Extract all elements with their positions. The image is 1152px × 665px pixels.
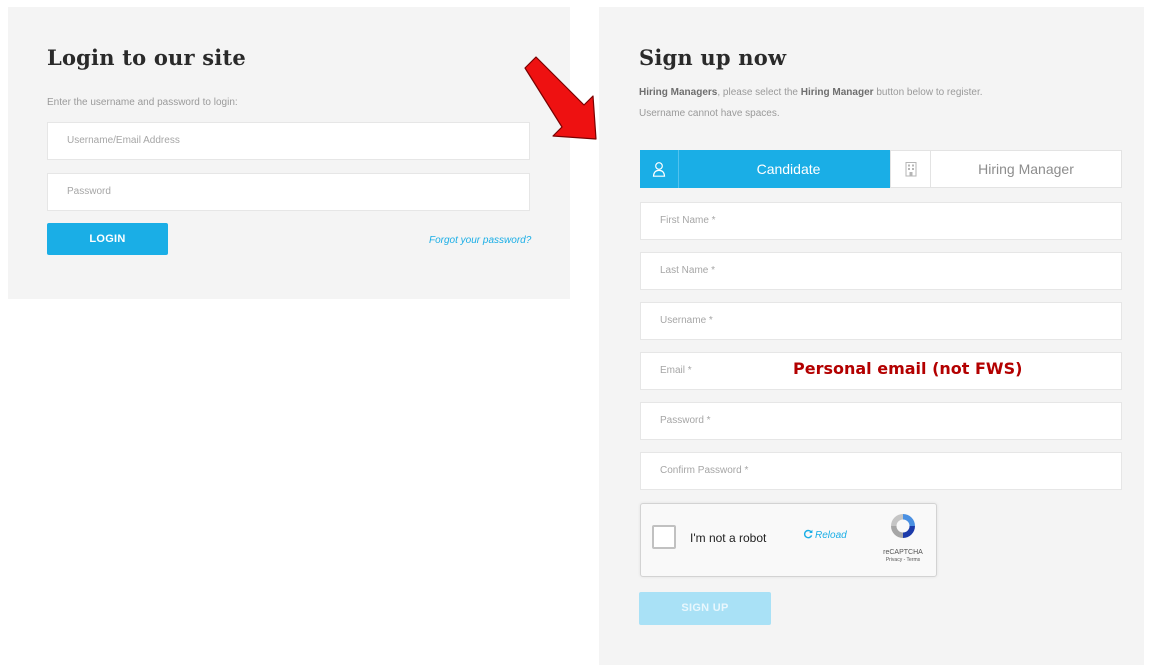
signup-desc-line-2: Username cannot have spaces. — [639, 108, 780, 119]
login-subtitle: Enter the username and password to login… — [47, 97, 238, 108]
login-title: Login to our site — [47, 45, 246, 70]
confirm-password-input[interactable]: Confirm Password * — [640, 452, 1122, 490]
signup-title: Sign up now — [639, 45, 787, 70]
recaptcha-label: I'm not a robot — [690, 531, 767, 545]
signup-panel: Sign up now Hiring Managers, please sele… — [599, 7, 1144, 665]
signup-description: Hiring Managers, please select the Hirin… — [639, 82, 1119, 124]
login-password-input[interactable]: Password — [47, 173, 530, 211]
login-panel: Login to our site Enter the username and… — [8, 7, 570, 299]
signup-button[interactable]: SIGN UP — [639, 592, 771, 625]
username-email-input[interactable]: Username/Email Address — [47, 122, 530, 160]
email-annotation-note: Personal email (not FWS) — [773, 353, 1098, 385]
last-name-input[interactable]: Last Name * — [640, 252, 1122, 290]
signup-username-input[interactable]: Username * — [640, 302, 1122, 340]
recaptcha-widget: I'm not a robot Reload reCAPTCHA Privacy… — [640, 503, 937, 577]
user-icon — [640, 150, 679, 188]
tab-hiring-manager[interactable]: Hiring Manager — [890, 150, 1122, 188]
login-button[interactable]: LOGIN — [47, 223, 168, 255]
building-icon — [891, 151, 931, 187]
recaptcha-checkbox[interactable] — [652, 525, 676, 549]
recaptcha-reload-label: Reload — [815, 530, 847, 541]
signup-desc-line-1: Hiring Managers, please select the Hirin… — [639, 87, 983, 98]
refresh-icon — [803, 529, 813, 542]
recaptcha-logo: reCAPTCHA Privacy - Terms — [878, 511, 928, 563]
signup-password-input[interactable]: Password * — [640, 402, 1122, 440]
tab-candidate-label: Candidate — [756, 161, 821, 177]
recaptcha-brand: reCAPTCHA — [883, 549, 923, 556]
recaptcha-terms-link[interactable]: Privacy - Terms — [878, 557, 928, 563]
first-name-input[interactable]: First Name * — [640, 202, 1122, 240]
recaptcha-logo-icon — [888, 514, 918, 545]
annotation-arrow-icon — [524, 56, 597, 140]
forgot-password-link[interactable]: Forgot your password? — [429, 235, 531, 246]
tab-candidate[interactable]: Candidate — [640, 150, 898, 188]
recaptcha-reload-link[interactable]: Reload — [803, 529, 847, 542]
tab-hiring-manager-label: Hiring Manager — [978, 161, 1074, 177]
